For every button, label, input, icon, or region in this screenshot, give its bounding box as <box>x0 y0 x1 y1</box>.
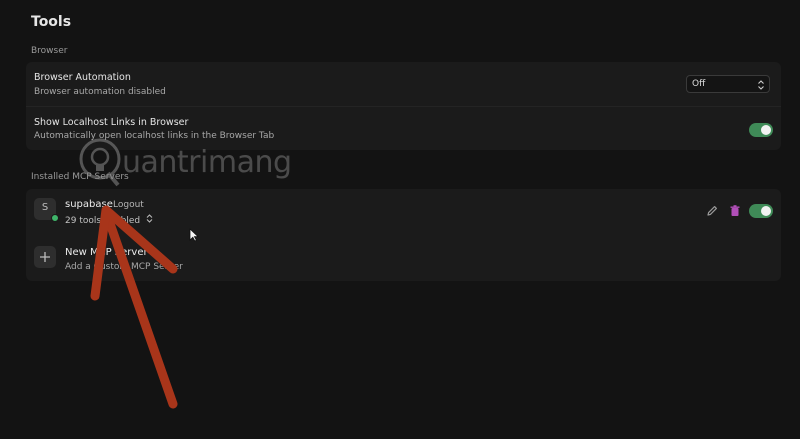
new-server-title[interactable]: New MCP Server <box>65 247 148 258</box>
tools-enabled-dropdown[interactable]: 29 tools enabled <box>65 214 153 226</box>
logout-link[interactable]: Logout <box>113 200 144 210</box>
server-avatar: S <box>34 198 59 222</box>
new-server-description: Add a Custom MCP Server <box>65 262 183 272</box>
toggle-knob <box>761 206 771 216</box>
browser-section-label: Browser <box>31 46 68 56</box>
toggle-knob <box>761 125 771 135</box>
server-name: supabase <box>65 199 113 210</box>
server-avatar-letter: S <box>41 202 49 213</box>
browser-automation-select-value: Off <box>692 79 706 89</box>
add-server-button[interactable] <box>34 246 56 268</box>
mcp-servers-card: S supabase Logout 29 tools enabled New M… <box>26 189 781 281</box>
tools-enabled-text: 29 tools enabled <box>65 216 141 226</box>
localhost-links-title: Show Localhost Links in Browser <box>34 117 189 128</box>
mouse-cursor-icon <box>189 227 200 246</box>
chevron-up-down-icon <box>757 77 765 96</box>
browser-automation-description: Browser automation disabled <box>34 87 166 97</box>
edit-icon[interactable] <box>705 203 719 217</box>
status-dot <box>51 214 59 222</box>
page-title: Tools <box>31 14 72 30</box>
browser-automation-select[interactable]: Off <box>686 75 770 93</box>
browser-automation-title: Browser Automation <box>34 72 131 83</box>
chevron-up-down-icon <box>143 214 153 226</box>
server-enabled-toggle[interactable] <box>749 204 773 218</box>
lightbulb-icon <box>78 137 122 193</box>
browser-automation-row: Browser Automation Browser automation di… <box>26 62 781 104</box>
watermark-text: uantrimang <box>122 145 292 180</box>
watermark: uantrimang <box>78 137 308 189</box>
trash-icon[interactable] <box>728 203 742 217</box>
localhost-links-toggle[interactable] <box>749 123 773 137</box>
